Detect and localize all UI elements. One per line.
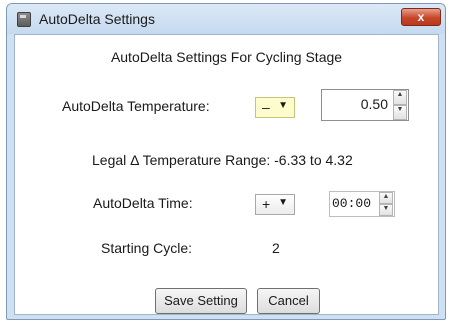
time-sign-dropdown[interactable]: + ▼ bbox=[255, 194, 295, 215]
title-bar[interactable]: AutoDelta Settings x bbox=[7, 4, 445, 34]
app-icon bbox=[17, 12, 31, 27]
time-spin-buttons: ▲ ▼ bbox=[379, 192, 393, 216]
chevron-down-icon: ▼ bbox=[278, 100, 288, 111]
time-value: 00:00 bbox=[332, 196, 372, 211]
spin-down-icon[interactable]: ▼ bbox=[393, 105, 407, 120]
dialog-heading: AutoDelta Settings For Cycling Stage bbox=[110, 49, 343, 65]
temperature-value: 0.50 bbox=[360, 96, 388, 112]
close-icon: x bbox=[417, 10, 425, 24]
spin-up-icon[interactable]: ▲ bbox=[393, 90, 407, 105]
cancel-button[interactable]: Cancel bbox=[257, 288, 320, 314]
starting-cycle-value: 2 bbox=[272, 240, 280, 256]
save-setting-button[interactable]: Save Setting bbox=[155, 288, 247, 314]
time-spinbox[interactable]: 00:00 ▲ ▼ bbox=[329, 191, 395, 217]
temperature-sign-value: – bbox=[262, 99, 270, 115]
dialog-window: AutoDelta Settings x AutoDelta Settings … bbox=[6, 3, 446, 320]
temperature-spin-buttons: ▲ ▼ bbox=[393, 90, 407, 120]
spin-up-icon[interactable]: ▲ bbox=[379, 192, 393, 204]
time-label: AutoDelta Time: bbox=[93, 195, 193, 211]
dialog-body: AutoDelta Settings For Cycling Stage Aut… bbox=[14, 34, 439, 315]
legal-range-text: Legal Δ Temperature Range: -6.33 to 4.32 bbox=[92, 152, 353, 168]
chevron-down-icon: ▼ bbox=[278, 197, 288, 208]
temperature-sign-dropdown[interactable]: – ▼ bbox=[255, 97, 295, 118]
time-sign-value: + bbox=[262, 196, 271, 212]
window-title: AutoDelta Settings bbox=[39, 11, 155, 27]
spin-down-icon[interactable]: ▼ bbox=[379, 204, 393, 216]
temperature-spinbox[interactable]: 0.50 ▲ ▼ bbox=[321, 89, 409, 121]
starting-cycle-label: Starting Cycle: bbox=[101, 240, 193, 256]
temperature-label: AutoDelta Temperature: bbox=[62, 98, 210, 114]
close-button[interactable]: x bbox=[401, 8, 441, 26]
